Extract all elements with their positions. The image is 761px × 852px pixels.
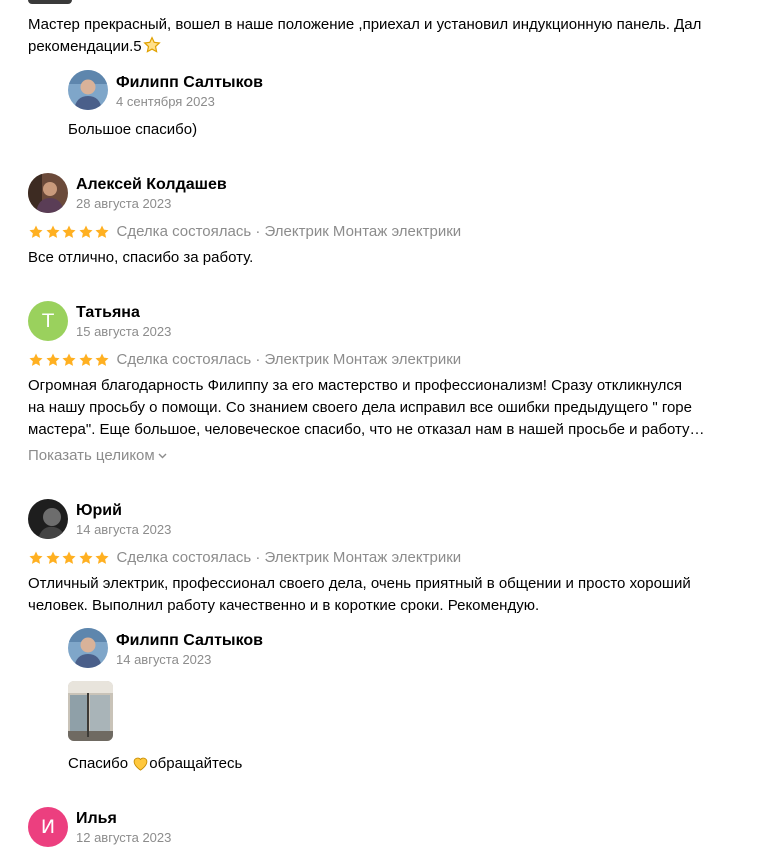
avatar-letter: И bbox=[40, 816, 56, 838]
star-icon bbox=[45, 224, 61, 240]
review-text-line: Отличный электрик, профессионал своего д… bbox=[28, 575, 691, 592]
review-text: Отличный электрик, профессионал своего д… bbox=[28, 573, 753, 617]
avatar[interactable] bbox=[68, 628, 108, 668]
review-date: 28 августа 2023 bbox=[76, 196, 172, 211]
star-icon bbox=[78, 352, 94, 368]
review-text: Мастер прекрасный, вошел в наше положени… bbox=[28, 14, 748, 58]
review-text-line: Огромная благодарность Филиппу за его ма… bbox=[28, 377, 682, 394]
review-text-line: мастера". Еще большое, человеческое спас… bbox=[28, 421, 705, 438]
star-icon bbox=[61, 224, 77, 240]
star-icon bbox=[61, 550, 77, 566]
deal-info: Сделка состоялась · Электрик Монтаж элек… bbox=[116, 351, 462, 368]
review-text-line: человек. Выполнил работу качественно и в… bbox=[28, 597, 540, 614]
avatar-partial bbox=[28, 0, 72, 4]
star-outline-icon bbox=[142, 36, 161, 53]
reply-author[interactable]: Филипп Салтыков bbox=[116, 631, 263, 651]
review-author[interactable]: Татьяна bbox=[76, 303, 140, 323]
star-icon bbox=[61, 352, 77, 368]
star-icon bbox=[94, 224, 110, 240]
review-text-line: рекомендации.5 bbox=[28, 36, 748, 58]
reply-date: 4 сентября 2023 bbox=[116, 94, 215, 109]
reply-photo[interactable] bbox=[68, 681, 113, 741]
review-date: 14 августа 2023 bbox=[76, 522, 172, 537]
heart-icon bbox=[133, 757, 148, 771]
review-author[interactable]: Алексей Колдашев bbox=[76, 175, 227, 195]
review-text-line: на нашу просьбу о помощи. Со знанием сво… bbox=[28, 399, 692, 416]
star-icon bbox=[45, 550, 61, 566]
avatar-letter: Т bbox=[42, 310, 54, 332]
star-icon bbox=[28, 352, 44, 368]
review-author[interactable]: Илья bbox=[76, 809, 117, 829]
rating-row: Сделка состоялась · Электрик Монтаж элек… bbox=[28, 223, 461, 241]
avatar[interactable] bbox=[28, 173, 68, 213]
review-date: 15 августа 2023 bbox=[76, 324, 172, 339]
show-more-link[interactable]: Показать целиком bbox=[28, 446, 167, 466]
reply-author[interactable]: Филипп Салтыков bbox=[116, 73, 263, 93]
review-text: Огромная благодарность Филиппу за его ма… bbox=[28, 375, 753, 441]
star-icon bbox=[94, 352, 110, 368]
star-icon bbox=[94, 550, 110, 566]
review-date: 12 августа 2023 bbox=[76, 830, 172, 845]
review-text-line: Мастер прекрасный, вошел в наше положени… bbox=[28, 16, 702, 33]
review-author[interactable]: Юрий bbox=[76, 501, 122, 521]
deal-info: Сделка состоялась · Электрик Монтаж элек… bbox=[116, 549, 462, 566]
star-icon bbox=[78, 224, 94, 240]
star-icon bbox=[28, 224, 44, 240]
avatar[interactable] bbox=[28, 499, 68, 539]
deal-info: Сделка состоялась · Электрик Монтаж элек… bbox=[116, 223, 462, 240]
rating-row: Сделка состоялась · Электрик Монтаж элек… bbox=[28, 549, 461, 567]
review-text: Все отлично, спасибо за работу. bbox=[28, 249, 254, 266]
avatar[interactable]: И bbox=[28, 807, 68, 847]
star-icon bbox=[78, 550, 94, 566]
avatar[interactable] bbox=[68, 70, 108, 110]
star-icon bbox=[28, 550, 44, 566]
reply-text: Спасибо обращайтесь bbox=[68, 755, 243, 772]
avatar[interactable]: Т bbox=[28, 301, 68, 341]
rating-row: Сделка состоялась · Электрик Монтаж элек… bbox=[28, 351, 461, 369]
reply-text: Большое спасибо) bbox=[68, 121, 198, 138]
show-more-label: Показать целиком bbox=[28, 447, 155, 464]
star-icon bbox=[45, 352, 61, 368]
chevron-down-icon bbox=[158, 453, 167, 459]
reply-date: 14 августа 2023 bbox=[116, 652, 212, 667]
